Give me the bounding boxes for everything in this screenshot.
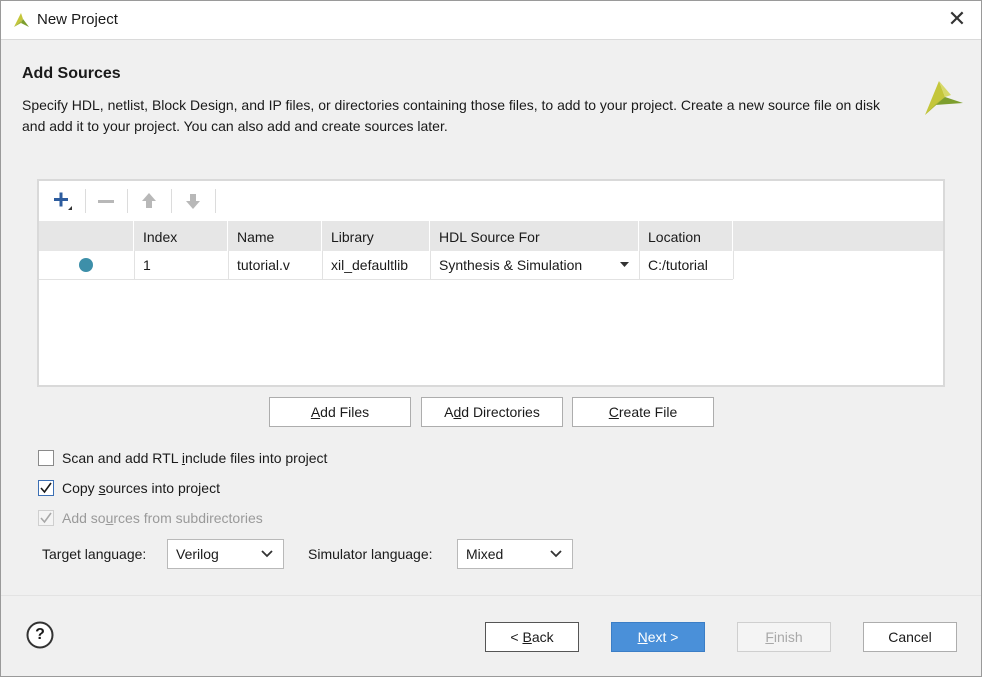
- copy-sources-label: Copy sources into project: [62, 480, 220, 496]
- row-hdl-source-for-select[interactable]: Synthesis & Simulation: [430, 251, 639, 279]
- row-index: 1: [143, 257, 151, 273]
- finish-button: Finish: [737, 622, 831, 652]
- new-project-dialog: New Project ✕ Add Sources Specify HDL, n…: [0, 0, 982, 677]
- row-library: xil_defaultlib: [331, 257, 409, 273]
- target-language-select[interactable]: Verilog: [167, 539, 284, 569]
- target-language-label: Target language:: [42, 546, 147, 562]
- chevron-down-icon: [550, 550, 562, 558]
- dropdown-arrow-icon: [620, 262, 629, 267]
- close-icon[interactable]: ✕: [945, 8, 969, 32]
- table-row[interactable]: 1 tutorial.v xil_defaultlib Synthesis & …: [39, 251, 733, 280]
- scan-rtl-label: Scan and add RTL include files into proj…: [62, 450, 328, 466]
- copy-sources-checkbox[interactable]: [38, 480, 54, 496]
- column-library[interactable]: Library: [322, 221, 430, 251]
- target-language-value: Verilog: [176, 546, 219, 562]
- page-title: Add Sources: [22, 65, 121, 82]
- sources-table: Index Name Library HDL Source For Locati…: [37, 179, 945, 387]
- column-name[interactable]: Name: [228, 221, 322, 251]
- help-icon[interactable]: ?: [26, 621, 54, 649]
- simulator-language-select[interactable]: Mixed: [457, 539, 573, 569]
- add-subdirectories-label: Add sources from subdirectories: [62, 510, 263, 526]
- row-name: tutorial.v: [237, 257, 290, 273]
- hdl-source-for-value: Synthesis & Simulation: [439, 257, 583, 273]
- row-location: C:/tutorial: [648, 257, 708, 273]
- move-down-icon[interactable]: [179, 187, 207, 215]
- page-description: Specify HDL, netlist, Block Design, and …: [22, 97, 881, 134]
- scan-rtl-option[interactable]: Scan and add RTL include files into proj…: [38, 448, 327, 468]
- scan-rtl-checkbox[interactable]: [38, 450, 54, 466]
- vivado-app-icon: [14, 13, 29, 27]
- simulator-language-label: Simulator language:: [308, 546, 433, 562]
- next-button[interactable]: Next >: [611, 622, 705, 652]
- checkmark-icon: [40, 482, 52, 494]
- status-dot-icon: [39, 251, 134, 279]
- add-icon[interactable]: [49, 187, 77, 215]
- move-up-icon[interactable]: [135, 187, 163, 215]
- checkmark-icon: [40, 512, 52, 524]
- column-location[interactable]: Location: [639, 221, 733, 251]
- chevron-down-icon: [261, 550, 273, 558]
- xilinx-logo-icon: [925, 81, 963, 115]
- remove-icon[interactable]: [92, 187, 120, 215]
- title-bar: New Project ✕: [1, 1, 981, 40]
- copy-sources-option[interactable]: Copy sources into project: [38, 478, 220, 498]
- add-files-button[interactable]: Add Files: [269, 397, 411, 427]
- column-hdl-source-for[interactable]: HDL Source For: [430, 221, 639, 251]
- add-subdirectories-checkbox: [38, 510, 54, 526]
- add-subdirectories-option: Add sources from subdirectories: [38, 508, 263, 528]
- simulator-language-value: Mixed: [466, 546, 504, 562]
- add-directories-button[interactable]: Add Directories: [421, 397, 563, 427]
- table-toolbar: [39, 181, 943, 221]
- column-status: [39, 221, 134, 251]
- back-button[interactable]: < Back: [485, 622, 579, 652]
- cancel-button[interactable]: Cancel: [863, 622, 957, 652]
- grid-header: Index Name Library HDL Source For Locati…: [39, 221, 943, 251]
- column-index[interactable]: Index: [134, 221, 228, 251]
- window-title: New Project: [37, 11, 118, 28]
- footer-divider: [1, 595, 981, 596]
- create-file-button[interactable]: Create File: [572, 397, 714, 427]
